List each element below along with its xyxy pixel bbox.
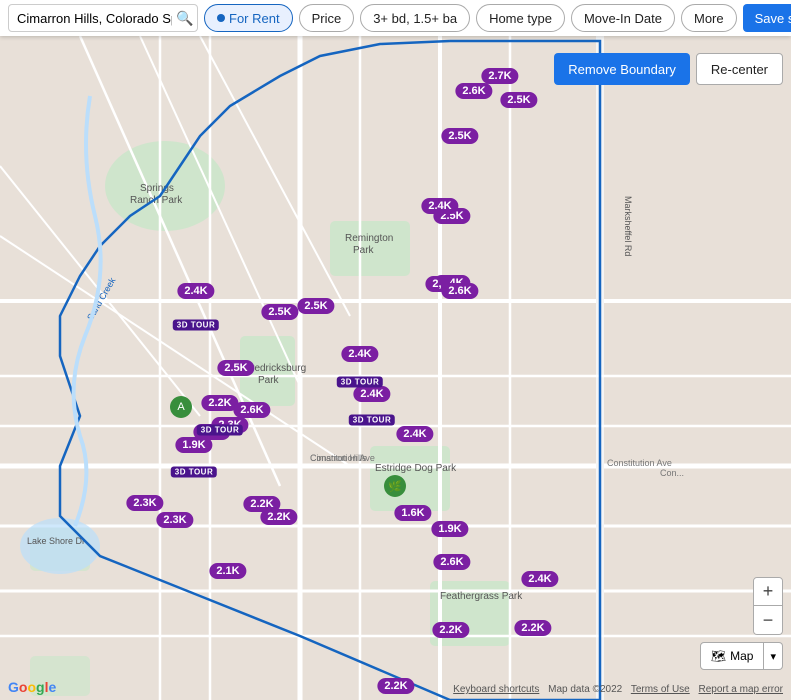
price-label: Price [312, 11, 342, 26]
home-type-label: Home type [489, 11, 552, 26]
terms-link[interactable]: Terms of Use [631, 684, 690, 695]
price-marker[interactable]: 2.7K [481, 68, 518, 84]
search-input[interactable] [17, 11, 172, 26]
more-filter[interactable]: More [681, 4, 737, 32]
map-type-chevron-button[interactable]: ▾ [764, 642, 783, 670]
price-marker[interactable]: 2.5K [297, 298, 334, 314]
price-marker[interactable]: 2.4K [521, 571, 558, 587]
price-marker[interactable]: 2.4K [353, 386, 390, 402]
svg-text:Lake Shore Dr: Lake Shore Dr [27, 536, 85, 546]
home-type-filter[interactable]: Home type [476, 4, 565, 32]
zoom-out-button[interactable]: − [754, 606, 782, 634]
price-filter[interactable]: Price [299, 4, 355, 32]
price-marker[interactable]: 2.6K [233, 402, 270, 418]
for-rent-dot [217, 14, 225, 22]
tour-label: 3D TOUR [197, 425, 243, 436]
map-type-button[interactable]: 🗺 Map [700, 642, 765, 670]
tour-label: 3D TOUR [171, 467, 217, 478]
zoom-controls: + − [753, 577, 783, 635]
move-in-label: Move-In Date [584, 11, 662, 26]
map-type-label: Map [730, 649, 753, 663]
svg-text:Park: Park [258, 375, 280, 386]
svg-text:Remington: Remington [345, 233, 393, 244]
price-marker[interactable]: 2.5K [261, 304, 298, 320]
zoom-in-button[interactable]: + [754, 578, 782, 606]
map-overlay-controls: Remove Boundary Re-center [554, 53, 783, 85]
map-icon: 🗺 [711, 649, 726, 663]
price-marker[interactable]: 2.2K [432, 622, 469, 638]
price-marker[interactable]: 2.6K [455, 83, 492, 99]
price-marker[interactable]: 2, [425, 276, 448, 292]
price-marker[interactable]: 2.2K [377, 678, 414, 694]
svg-text:Estridge Dog Park: Estridge Dog Park [375, 463, 457, 474]
keyboard-shortcuts[interactable]: Keyboard shortcuts [453, 684, 539, 695]
price-marker[interactable]: 2.6K [433, 554, 470, 570]
recenter-button[interactable]: Re-center [696, 53, 783, 85]
move-in-filter[interactable]: Move-In Date [571, 4, 675, 32]
map-attribution: Google [8, 679, 56, 695]
map-background: Springs Ranch Park Fredricksburg Park Re… [0, 36, 791, 700]
search-icon: 🔍 [176, 10, 193, 27]
price-marker[interactable]: 2.4K [341, 346, 378, 362]
save-search-button[interactable]: Save search [743, 4, 791, 32]
map-container[interactable]: Springs Ranch Park Fredricksburg Park Re… [0, 36, 791, 700]
tour-label: 3D TOUR [337, 377, 383, 388]
map-type-control: 🗺 Map ▾ [700, 642, 783, 670]
park-icon: A [170, 396, 192, 418]
remove-boundary-button[interactable]: Remove Boundary [554, 53, 690, 85]
price-marker[interactable]: 2.5K [500, 92, 537, 108]
for-rent-filter[interactable]: For Rent [204, 4, 293, 32]
park-icon: 🌿 [384, 475, 406, 497]
price-marker[interactable]: 2.5K [217, 360, 254, 376]
price-marker[interactable]: 1.6K [394, 505, 431, 521]
beds-baths-filter[interactable]: 3+ bd, 1.5+ ba [360, 4, 470, 32]
svg-text:Ranch Park: Ranch Park [130, 195, 183, 206]
report-link[interactable]: Report a map error [699, 684, 783, 695]
price-marker[interactable]: 1.9K [431, 521, 468, 537]
svg-text:Constitution Ave: Constitution Ave [607, 458, 672, 468]
map-data-label: Map data ©2022 [548, 684, 622, 695]
price-marker[interactable]: 2.3K [126, 495, 163, 511]
price-marker[interactable]: 2.4K [177, 283, 214, 299]
google-logo: Google [8, 679, 56, 695]
price-marker[interactable]: 2.2K [260, 509, 297, 525]
svg-text:Feathergrass Park: Feathergrass Park [440, 591, 523, 602]
more-label: More [694, 11, 724, 26]
for-rent-label: For Rent [229, 11, 280, 26]
price-marker[interactable]: 2.1K [209, 563, 246, 579]
save-search-label: Save search [755, 11, 791, 26]
price-marker[interactable]: 2.3K [156, 512, 193, 528]
search-box[interactable]: 🔍 [8, 4, 198, 32]
map-attribution-right: Keyboard shortcuts Map data ©2022 Terms … [453, 684, 783, 695]
svg-text:Marksheffel Rd: Marksheffel Rd [623, 196, 633, 256]
svg-text:Con...: Con... [660, 468, 684, 478]
price-marker[interactable]: 2.4K [421, 198, 458, 214]
price-marker[interactable]: 2.4K [396, 426, 433, 442]
tour-label: 3D TOUR [349, 415, 395, 426]
svg-text:Springs: Springs [140, 183, 174, 194]
header-bar: 🔍 For Rent Price 3+ bd, 1.5+ ba Home typ… [0, 0, 791, 36]
svg-text:Park: Park [353, 245, 375, 256]
price-marker[interactable]: 2.2K [514, 620, 551, 636]
beds-baths-label: 3+ bd, 1.5+ ba [373, 11, 457, 26]
tour-label: 3D TOUR [173, 320, 219, 331]
svg-text:Cimarron Hills: Cimarron Hills [310, 453, 367, 463]
price-marker[interactable]: 2.5K [441, 128, 478, 144]
